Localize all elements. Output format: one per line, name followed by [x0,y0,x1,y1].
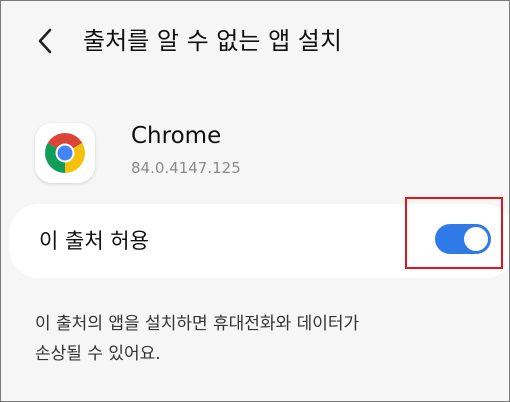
settings-screen: 출처를 알 수 없는 앱 설치 Chrome 84.0.4147.125 이 출… [0,0,510,402]
warning-line-2: 손상될 수 있어요. [35,344,161,364]
app-info: Chrome 84.0.4147.125 [1,105,509,191]
back-button[interactable] [31,23,59,59]
app-version: 84.0.4147.125 [131,159,241,177]
warning-description: 이 출처의 앱을 설치하면 휴대전화와 데이터가 손상될 수 있어요. [35,309,485,369]
warning-line-1: 이 출처의 앱을 설치하면 휴대전화와 데이터가 [35,314,360,334]
chevron-left-icon [38,28,52,54]
highlight-annotation [405,197,503,269]
app-bar: 출처를 알 수 없는 앱 설치 [1,1,509,85]
chrome-logo-icon [35,123,95,183]
app-name: Chrome [131,123,222,149]
allow-source-label: 이 출처 허용 [39,229,149,253]
page-title: 출처를 알 수 없는 앱 설치 [83,27,342,55]
